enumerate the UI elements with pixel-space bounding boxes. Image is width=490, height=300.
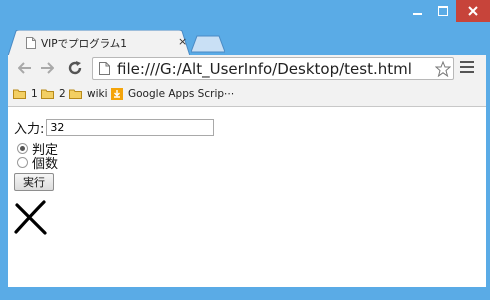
reload-button[interactable] xyxy=(66,59,84,77)
cross-mark-icon xyxy=(14,200,47,235)
menu-button[interactable] xyxy=(460,61,474,73)
star-icon[interactable] xyxy=(435,61,451,77)
bookmark-label: Google Apps Scrip⋯ xyxy=(128,88,235,100)
apps-script-icon xyxy=(111,88,123,100)
folder-icon xyxy=(69,89,82,99)
minimize-icon xyxy=(412,13,422,15)
menu-icon xyxy=(460,61,474,63)
tab-active[interactable]: VIPでプログラム1 × xyxy=(8,30,190,56)
tab-close-button[interactable]: × xyxy=(178,35,187,48)
run-button[interactable]: 実行 xyxy=(14,173,54,191)
radio-label: 個数 xyxy=(32,157,59,172)
close-icon xyxy=(468,6,478,16)
number-input[interactable] xyxy=(46,119,215,136)
bookmark-label: wiki xyxy=(87,88,108,100)
address-bar[interactable]: file:///G:/Alt_UserInfo/Desktop/test.htm… xyxy=(92,57,454,80)
bookmark-google-apps-script[interactable]: Google Apps Scrip⋯ xyxy=(111,88,235,100)
menu-icon-line xyxy=(460,66,474,68)
bookmarks-bar: 1 2 wiki Google Apps Scrip⋯ xyxy=(8,83,486,107)
folder-icon xyxy=(41,89,54,99)
bookmark-label: 1 xyxy=(31,88,38,100)
browser-window: VIPでプログラム1 × file:///G:/Alt_UserInfo/Des… xyxy=(0,0,490,300)
bookmark-folder-1[interactable]: 1 xyxy=(13,88,38,100)
bookmark-label: 2 xyxy=(59,88,66,100)
forward-arrow-icon xyxy=(41,62,54,74)
input-label: 入力: xyxy=(14,122,45,137)
tab-title: VIPでプログラム1 xyxy=(41,38,127,50)
close-window-button[interactable] xyxy=(456,0,490,22)
menu-icon-line xyxy=(460,71,474,73)
maximize-button[interactable] xyxy=(430,0,456,22)
bookmark-folder-2[interactable]: 2 xyxy=(41,88,66,100)
new-tab-button[interactable] xyxy=(191,35,225,53)
radio-dot xyxy=(20,146,25,151)
window-bottom-frame xyxy=(8,287,486,300)
maximize-icon xyxy=(438,6,448,16)
bookmark-folder-wiki[interactable]: wiki xyxy=(69,88,108,100)
forward-button[interactable] xyxy=(38,59,56,77)
folder-icon xyxy=(13,89,26,99)
radio-button[interactable] xyxy=(17,157,28,168)
reload-icon xyxy=(68,61,82,75)
back-button[interactable] xyxy=(16,59,34,77)
minimize-button[interactable] xyxy=(404,0,430,22)
url-text[interactable]: file:///G:/Alt_UserInfo/Desktop/test.htm… xyxy=(117,60,412,78)
input-row: 入力: xyxy=(14,118,215,137)
page-content: 入力: 判定 個数 実行 xyxy=(8,107,486,287)
radio-option-count[interactable]: 個数 xyxy=(14,153,58,172)
page-icon xyxy=(26,37,36,49)
browser-toolbar: file:///G:/Alt_UserInfo/Desktop/test.htm… xyxy=(8,55,486,83)
page-icon xyxy=(99,62,110,75)
back-arrow-icon xyxy=(18,62,31,74)
